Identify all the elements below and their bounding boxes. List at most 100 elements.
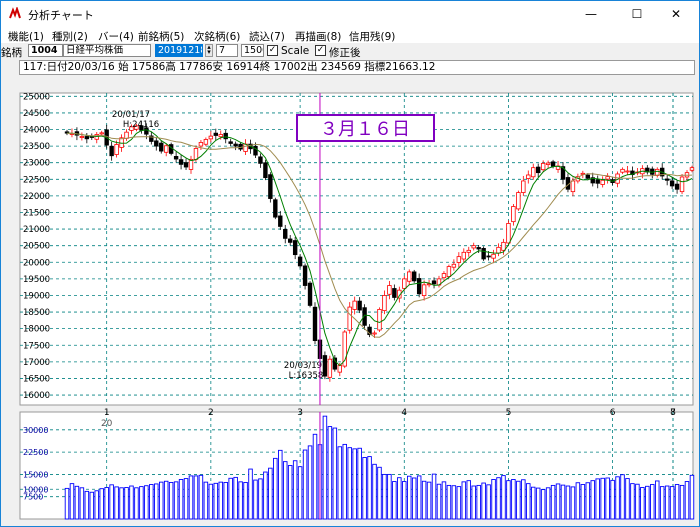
candle-body (233, 143, 238, 147)
volume-bar (684, 481, 690, 520)
volume-bar (625, 478, 630, 520)
price-tick-label: 22500 (23, 175, 50, 185)
volume-bar (411, 477, 417, 520)
candle-body (163, 145, 169, 153)
menu-prev-stock[interactable]: 前銘柄(5) (138, 29, 184, 44)
volume-bar (282, 461, 288, 520)
menu-bar-type[interactable]: バー(4) (98, 29, 134, 44)
volume-bar (590, 480, 596, 520)
candle-body (382, 295, 387, 312)
candle-body (570, 180, 576, 193)
price-tick-label: 23000 (23, 159, 50, 169)
candle-body (456, 256, 462, 263)
date-spinner[interactable]: ▴ ▾ (205, 44, 213, 57)
price-tick-label: 17000 (23, 358, 50, 368)
menu-type[interactable]: 種別(2) (52, 29, 88, 44)
price-tick-label: 24500 (23, 109, 50, 119)
candle-body (526, 174, 531, 179)
volume-bar (69, 483, 75, 520)
candle-body (387, 285, 392, 295)
cursor-date-label: ３月１６日 (320, 119, 410, 140)
volume-bar (144, 485, 149, 520)
volume-bar (501, 475, 506, 520)
volume-bar (416, 475, 422, 520)
candle-body (322, 355, 328, 377)
candle-body (178, 159, 184, 165)
candle-body (545, 162, 551, 165)
window-title: 分析チャート (28, 9, 94, 22)
stock-name-field[interactable]: 日経平均株価 (63, 44, 151, 57)
price-tick-label: 22000 (23, 192, 50, 202)
volume-tick-label: 30000 (23, 426, 48, 435)
volume-bar (312, 433, 318, 520)
volume-bar (158, 481, 164, 520)
chart-area[interactable]: 2500024500240002350023000225002200021500… (1, 79, 699, 526)
candle-body (213, 132, 218, 136)
volume-bar (119, 487, 124, 520)
volume-bar (451, 485, 457, 520)
candle-body (268, 174, 273, 199)
candle-body (446, 266, 452, 277)
candle-body (411, 271, 417, 282)
volume-bar (481, 482, 486, 520)
candle-body (302, 265, 308, 286)
volume-bar (228, 477, 233, 520)
candle-body (183, 162, 189, 168)
volume-bar (550, 484, 556, 520)
candle-body (421, 284, 427, 297)
volume-bar (387, 473, 392, 520)
candle-body (550, 161, 556, 167)
volume-bar (674, 484, 680, 520)
menu-redraw[interactable]: 再描画(8) (295, 29, 341, 44)
menu-next-stock[interactable]: 次銘柄(6) (194, 29, 240, 44)
volume-bar (392, 481, 397, 520)
volume-bar (456, 486, 462, 520)
candle-body (625, 170, 630, 173)
candle-body (674, 183, 680, 190)
title-bar[interactable]: 分析チャート — ☐ ✕ (1, 1, 699, 27)
price-tick-label: 16500 (23, 374, 50, 384)
volume-bar (600, 477, 605, 520)
period-field[interactable]: 7 (216, 44, 238, 57)
volume-bar (540, 489, 546, 520)
stock-code-field[interactable]: 1004 (28, 44, 63, 57)
high-annotation-date: 20/01/17 (112, 110, 150, 120)
menu-function[interactable]: 機能(1) (8, 29, 44, 44)
volume-bar (516, 480, 521, 520)
candle-body (466, 249, 471, 253)
scale-checkbox[interactable]: ✓ (267, 45, 278, 56)
candle-body (605, 176, 610, 180)
volume-bar (208, 483, 214, 520)
volume-bar (426, 481, 432, 520)
volume-tick-label: 7500 (23, 493, 43, 502)
candle-body (407, 271, 412, 282)
volume-bar (689, 474, 695, 520)
volume-bar (129, 485, 134, 520)
volume-bar (406, 475, 412, 520)
candle-body (496, 246, 501, 254)
volume-bar (307, 445, 313, 520)
candle-body (585, 174, 590, 179)
candle-body (337, 365, 342, 373)
minimize-button[interactable]: — (568, 1, 614, 27)
volume-bar (580, 484, 586, 520)
adjusted-checkbox[interactable]: ✓ (315, 45, 326, 56)
candle-body (297, 256, 303, 267)
volume-bar (491, 479, 496, 520)
volume-bar (193, 475, 199, 520)
candle-body (679, 176, 685, 193)
candle-body (114, 144, 119, 155)
close-button[interactable]: ✕ (653, 1, 699, 27)
candle-body (620, 168, 625, 173)
volume-bar (610, 479, 615, 520)
menu-margin[interactable]: 信用残(9) (349, 29, 395, 44)
adjusted-label: 修正後 (329, 47, 361, 59)
volume-bar (253, 479, 258, 520)
candle-body (506, 223, 511, 244)
volume-bar (327, 426, 333, 520)
candle-body (347, 306, 352, 331)
date-field[interactable]: 20191218 (155, 44, 203, 57)
volume-bar (342, 443, 348, 520)
menu-load[interactable]: 読込(7) (249, 29, 285, 44)
bars-field[interactable]: 1500 (241, 44, 264, 57)
